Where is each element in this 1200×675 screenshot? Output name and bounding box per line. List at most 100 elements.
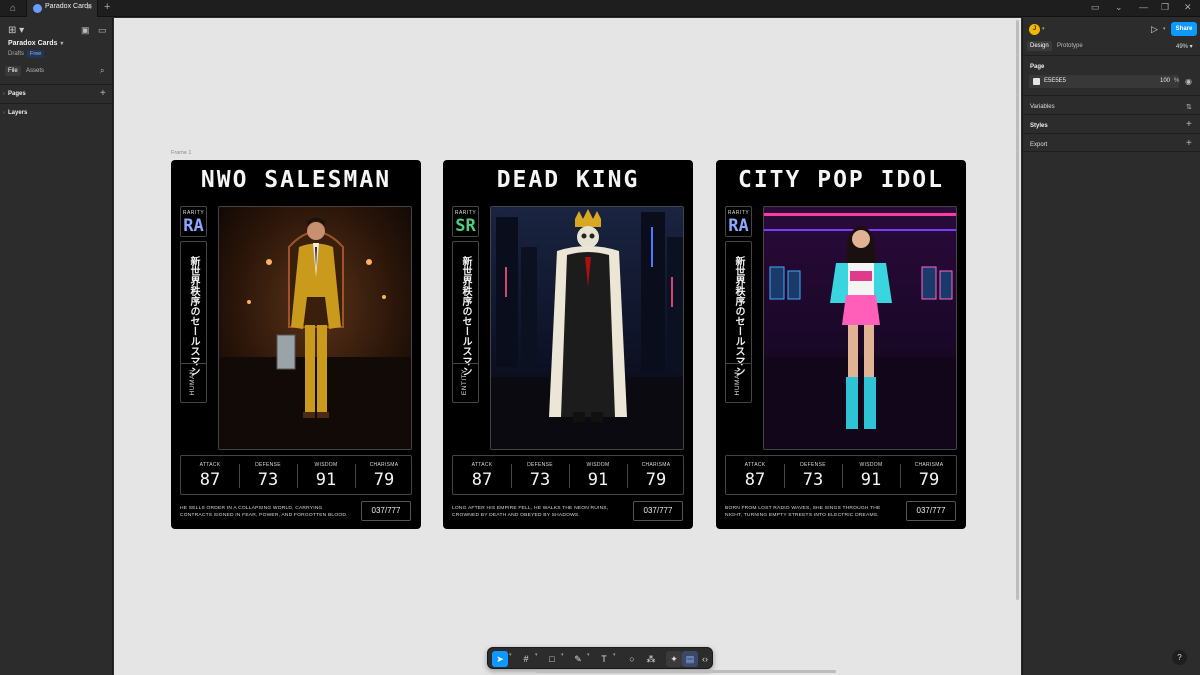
actions-icon[interactable]: ⁂: [643, 651, 659, 667]
eye-icon[interactable]: ◉: [1185, 77, 1192, 86]
close-window-icon[interactable]: ✕: [1184, 2, 1192, 13]
rarity-value: SR: [455, 216, 476, 236]
export-title: Export: [1030, 142, 1048, 148]
tab-paradox-cards[interactable]: Paradox Cards ×: [26, 0, 98, 17]
move-tool-icon[interactable]: ➤: [492, 651, 508, 667]
chevron-down-icon: ▾: [60, 41, 64, 47]
horizontal-scrollbar[interactable]: [536, 670, 836, 673]
avatar[interactable]: J: [1029, 24, 1040, 35]
draw-mode-icon[interactable]: ✦: [666, 651, 682, 667]
tab-title: Paradox Cards: [45, 3, 92, 10]
chevron-right-icon: ›: [3, 110, 5, 116]
stat-label: ATTACK: [744, 462, 766, 468]
vertical-scrollbar[interactable]: [1016, 20, 1019, 600]
play-icon[interactable]: ▷: [1151, 24, 1158, 35]
stat-value: 79: [918, 470, 940, 490]
styles-section[interactable]: Styles +: [1023, 114, 1200, 133]
stat-value: 91: [860, 470, 882, 490]
tab-file[interactable]: File: [5, 66, 21, 76]
stat-wisdom: WISDOM 91: [569, 456, 627, 496]
stat-label: DEFENSE: [800, 462, 826, 468]
plan-badge: Free: [27, 50, 45, 58]
chevron-down-icon[interactable]: ▾: [561, 652, 564, 658]
city-pop-idol-art: [763, 206, 957, 450]
page-opacity[interactable]: 100: [1160, 78, 1170, 84]
card-title: CITY POP IDOL: [737, 167, 944, 193]
maximize-window-icon[interactable]: ❐: [1161, 2, 1169, 13]
card-description: HE SELLS ORDER IN A COLLAPSING WORLD, CA…: [180, 506, 348, 518]
card-serial: 037/777: [906, 501, 956, 521]
minimize-window-icon[interactable]: —: [1139, 2, 1148, 12]
comment-tool-icon[interactable]: ○: [624, 651, 640, 667]
chevron-down-icon[interactable]: ▾: [1042, 26, 1045, 32]
chevron-down-icon[interactable]: ⌄: [1115, 2, 1123, 13]
stat-attack: ATTACK 87: [453, 456, 511, 496]
tab-design[interactable]: Design: [1027, 41, 1052, 51]
styles-title: Styles: [1030, 123, 1048, 129]
frame-tool-icon[interactable]: #: [518, 651, 534, 667]
layout-icon[interactable]: ▣: [81, 25, 90, 36]
variables-section[interactable]: Variables ⇅: [1023, 95, 1200, 114]
stat-defense: DEFENSE 73: [784, 456, 842, 496]
share-button[interactable]: Share: [1171, 22, 1197, 36]
layers-section[interactable]: › Layers: [0, 103, 113, 121]
add-export-button[interactable]: +: [1186, 138, 1192, 149]
rarity-value: RA: [728, 216, 749, 236]
file-location[interactable]: Drafts: [8, 51, 24, 57]
card-nwo-salesman[interactable]: NWO SALESMAN RARITY RA 新世界秩序のセールスマン HUMA…: [171, 160, 421, 529]
notifications-icon[interactable]: ▭: [1091, 2, 1100, 13]
page-section-title: Page: [1030, 64, 1045, 70]
card-dead-king[interactable]: DEAD KING RARITY SR 新世界秩序のセールスマン ENTITY: [443, 160, 693, 529]
stat-value: 91: [587, 470, 609, 490]
card-serial: 037/777: [361, 501, 411, 521]
type-box: HUMAN: [726, 363, 751, 403]
add-page-button[interactable]: +: [100, 88, 106, 99]
card-type: ENTITY: [461, 369, 468, 396]
stat-value: 73: [802, 470, 824, 490]
stat-attack: ATTACK 87: [181, 456, 239, 496]
chevron-down-icon[interactable]: ▾: [613, 652, 616, 658]
rarity-box: RARITY SR: [452, 206, 479, 237]
home-icon[interactable]: ⌂: [7, 3, 19, 14]
tab-prototype[interactable]: Prototype: [1057, 43, 1083, 49]
stat-label: WISDOM: [586, 462, 610, 468]
shape-tool-icon[interactable]: □: [544, 651, 560, 667]
search-icon[interactable]: ⌕: [100, 66, 104, 76]
sliders-icon[interactable]: ⇅: [1186, 103, 1192, 111]
japanese-text-box: 新世界秩序のセールスマン HUMAN: [725, 241, 752, 403]
color-swatch[interactable]: [1033, 78, 1040, 85]
page-color-hex[interactable]: E5E5E5: [1044, 78, 1066, 84]
chevron-down-icon[interactable]: ▾: [1163, 26, 1166, 32]
tab-assets[interactable]: Assets: [26, 68, 44, 74]
dev-mode-icon[interactable]: ‹›: [697, 651, 713, 667]
sidebar-toggle-icon[interactable]: ▭: [98, 25, 107, 36]
stat-label: DEFENSE: [527, 462, 553, 468]
left-panel: ⊞ ▾ ▣ ▭ Paradox Cards ▾ Drafts Free File …: [0, 18, 113, 675]
add-style-button[interactable]: +: [1186, 119, 1192, 130]
main-menu-icon[interactable]: ⊞ ▾: [8, 25, 24, 36]
canvas[interactable]: Frame 1 NWO SALESMAN RARITY RA 新世界秩序のセール…: [114, 18, 1021, 675]
frame-label[interactable]: Frame 1: [171, 150, 191, 156]
chevron-down-icon[interactable]: ▾: [587, 652, 590, 658]
figma-file-icon: [33, 4, 42, 13]
new-tab-button[interactable]: +: [104, 1, 110, 13]
export-section[interactable]: Export +: [1023, 133, 1200, 152]
page-color-field[interactable]: E5E5E5 100 %: [1029, 75, 1179, 88]
stat-charisma: CHARISMA 79: [627, 456, 685, 496]
card-city-pop-idol[interactable]: CITY POP IDOL RARITY RA 新世界秩序のセールスマン HUM…: [716, 160, 966, 529]
stat-wisdom: WISDOM 91: [297, 456, 355, 496]
text-tool-icon[interactable]: T: [596, 651, 612, 667]
help-button[interactable]: ?: [1172, 650, 1187, 665]
zoom-level[interactable]: 49% ▾: [1176, 43, 1193, 50]
card-description: LONG AFTER HIS EMPIRE FELL, HE WALKS THE…: [452, 506, 609, 518]
stat-value: 87: [744, 470, 766, 490]
pen-tool-icon[interactable]: ✎: [570, 651, 586, 667]
chevron-down-icon[interactable]: ▾: [509, 652, 512, 658]
stat-value: 79: [373, 470, 395, 490]
close-tab-icon[interactable]: ×: [87, 2, 92, 12]
file-name[interactable]: Paradox Cards ▾: [8, 40, 63, 47]
design-mode-icon[interactable]: ▤: [682, 651, 698, 667]
chevron-down-icon[interactable]: ▾: [535, 652, 538, 658]
salesman-art: [218, 206, 412, 450]
pages-section[interactable]: › Pages +: [0, 84, 113, 102]
